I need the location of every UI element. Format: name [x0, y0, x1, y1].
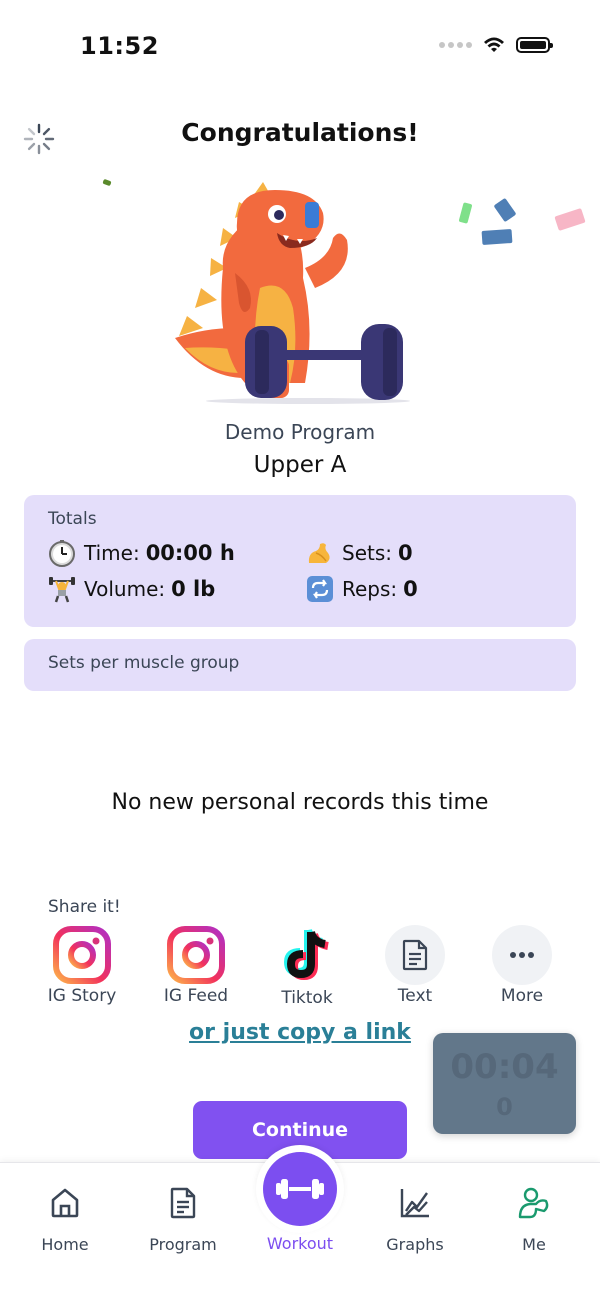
rest-timer-widget[interactable]: 00:04 0	[433, 1033, 576, 1134]
share-item-label: Text	[397, 986, 433, 1006]
program-document-icon	[170, 1187, 196, 1219]
confetti-piece	[481, 228, 513, 246]
home-icon	[51, 1188, 79, 1218]
share-item-label: Tiktok	[281, 988, 333, 1008]
tab-program[interactable]: Program	[133, 1185, 233, 1254]
graph-icon	[400, 1189, 429, 1218]
tiktok-icon	[276, 924, 338, 988]
time-value: 00:00 h	[145, 541, 235, 565]
totals-card: Totals Time: 00:00 h Sets: 0 Volume: 0 l…	[24, 495, 576, 627]
volume-stat: Volume: 0 lb	[48, 575, 215, 603]
reps-value: 0	[403, 577, 418, 601]
share-text-button[interactable]: Text	[365, 924, 465, 1006]
status-time: 11:52	[80, 32, 159, 60]
signal-icon	[439, 42, 472, 48]
tab-me[interactable]: Me	[484, 1185, 584, 1254]
tab-graphs-label: Graphs	[386, 1235, 444, 1254]
volume-label: Volume:	[84, 577, 166, 601]
records-message: No new personal records this time	[111, 790, 489, 815]
repeat-icon	[306, 575, 334, 603]
more-icon	[492, 925, 552, 985]
tab-graphs[interactable]: Graphs	[365, 1185, 465, 1254]
dumbbell-icon	[276, 1179, 324, 1199]
instagram-icon	[165, 924, 227, 986]
time-label: Time:	[84, 541, 140, 565]
dinosaur-lifting-illustration	[175, 182, 410, 404]
tab-me-label: Me	[522, 1235, 546, 1254]
flexed-biceps-icon	[306, 539, 334, 567]
share-tiktok-button[interactable]: Tiktok	[257, 924, 357, 1008]
tab-program-label: Program	[149, 1235, 217, 1254]
share-ig-story-button[interactable]: IG Story	[32, 924, 132, 1006]
muscle-group-label: Sets per muscle group	[48, 653, 240, 673]
time-stat: Time: 00:00 h	[48, 539, 235, 567]
timer-time: 00:04	[450, 1047, 559, 1087]
instagram-icon	[51, 924, 113, 986]
share-item-label: More	[500, 986, 544, 1006]
share-ig-feed-button[interactable]: IG Feed	[146, 924, 246, 1006]
timer-sub: 0	[496, 1093, 513, 1121]
stopwatch-icon	[48, 539, 76, 567]
tab-home-label: Home	[41, 1235, 89, 1254]
tab-workout-label: Workout	[266, 1234, 334, 1253]
sets-value: 0	[398, 541, 413, 565]
share-item-label: IG Feed	[163, 986, 229, 1006]
wifi-icon	[484, 37, 504, 52]
share-label: Share it!	[48, 897, 121, 917]
tab-workout-button[interactable]	[263, 1152, 337, 1226]
workout-name: Upper A	[253, 452, 347, 478]
program-name: Demo Program	[224, 420, 376, 444]
confetti-piece	[554, 208, 586, 231]
volume-value: 0 lb	[171, 577, 216, 601]
totals-label: Totals	[48, 509, 97, 529]
confetti-piece	[102, 178, 112, 187]
tab-home[interactable]: Home	[15, 1185, 115, 1254]
weightlifter-icon	[48, 575, 76, 603]
battery-icon	[516, 37, 553, 53]
share-more-button[interactable]: More	[472, 924, 572, 1006]
status-icons	[439, 36, 553, 54]
reps-label: Reps:	[342, 577, 398, 601]
profile-flex-icon	[518, 1187, 549, 1219]
page-title: Congratulations!	[181, 118, 419, 147]
sets-stat: Sets: 0	[306, 539, 413, 567]
confetti-piece	[458, 202, 473, 224]
share-item-label: IG Story	[47, 986, 117, 1006]
document-icon	[385, 925, 445, 985]
sets-label: Sets:	[342, 541, 392, 565]
muscle-group-card[interactable]: Sets per muscle group	[24, 639, 576, 691]
confetti-piece	[493, 197, 517, 223]
reps-stat: Reps: 0	[306, 575, 418, 603]
